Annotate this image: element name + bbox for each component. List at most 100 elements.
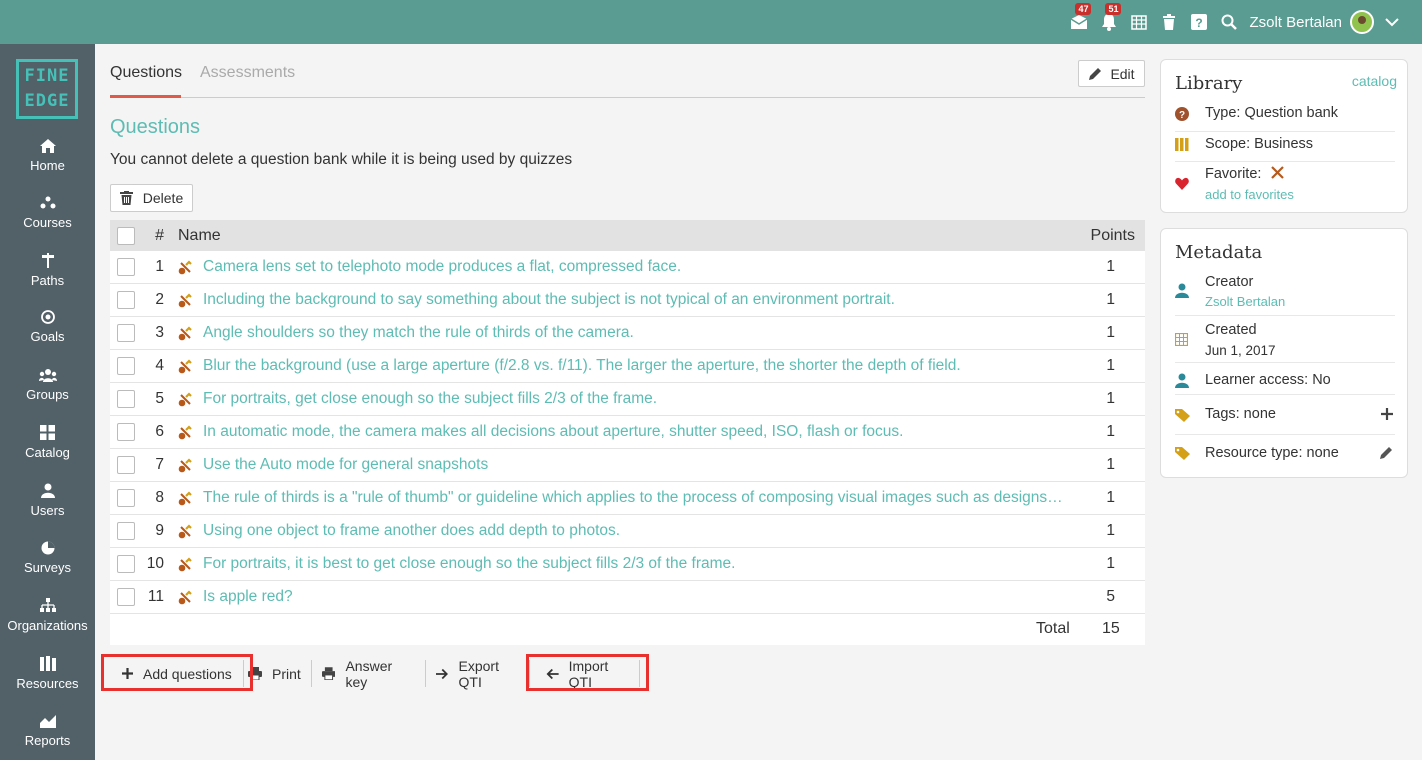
sidebar-item-goals[interactable]: Goals [0,310,95,344]
header-name[interactable]: Name [178,227,1048,245]
sidebar-item-label: Catalog [25,445,70,460]
question-link[interactable]: Using one object to frame another does a… [203,522,1073,540]
messages-badge: 47 [1075,3,1092,15]
table-row: 2 Including the background to say somethi… [110,284,1145,317]
sidebar-item-paths[interactable]: Paths [0,253,95,288]
fine-edge-logo[interactable]: FINE EDGE [16,59,78,119]
creator-label: Creator [1205,274,1254,290]
row-number: 7 [155,456,164,473]
question-link[interactable]: For portraits, it is best to get close e… [203,555,1073,573]
row-checkbox[interactable] [117,522,135,540]
header-points[interactable]: Points [1091,227,1135,245]
tab-assessments[interactable]: Assessments [200,64,295,82]
notifications-icon[interactable]: 51 [1097,3,1122,34]
print-button[interactable]: Print [244,660,312,687]
tab-bar: Questions Assessments [110,56,1145,98]
user-icon [1175,283,1189,298]
question-type-icon [178,590,193,610]
close-icon[interactable] [1271,166,1284,179]
table-row: 9 Using one object to frame another does … [110,515,1145,548]
library-type: Type: Question bank [1205,105,1338,121]
library-scope: Scope: Business [1205,136,1314,152]
tab-questions[interactable]: Questions [110,64,182,82]
tag-icon [1175,409,1190,422]
trash-icon[interactable] [1157,10,1181,34]
question-link[interactable]: For portraits, get close enough so the s… [203,390,1073,408]
question-link[interactable]: Camera lens set to telephoto mode produc… [203,258,1073,276]
sidebar-item-surveys[interactable]: Surveys [0,541,95,575]
questions-table: # Name Points 1 Camera lens set to teleph… [110,220,1145,645]
row-points: 1 [1106,357,1115,374]
sidebar-item-reports[interactable]: Reports [0,714,95,748]
answer-key-button[interactable]: Answer key [312,658,426,690]
sidebar-item-label: Resources [16,676,79,691]
sidebar-item-organizations[interactable]: Organizations [0,598,95,633]
total-label: Total [1036,620,1070,637]
user-icon [40,483,55,498]
row-points: 1 [1106,456,1115,473]
question-type-icon [178,326,193,346]
row-number: 1 [155,258,164,275]
row-checkbox[interactable] [117,291,135,309]
learner-access-row: Learner access: No [1175,363,1395,395]
question-type-icon [178,458,193,478]
table-row: 7 Use the Auto mode for general snapshots… [110,449,1145,482]
question-link[interactable]: The rule of thirds is a "rule of thumb" … [203,489,1073,507]
question-link[interactable]: Use the Auto mode for general snapshots [203,456,1073,474]
question-link[interactable]: Angle shoulders so they match the rule o… [203,324,1073,342]
export-qti-label: Export QTI [458,657,499,690]
row-checkbox[interactable] [117,423,135,441]
row-points: 1 [1106,291,1115,308]
row-checkbox[interactable] [117,390,135,408]
question-link[interactable]: In automatic mode, the camera makes all … [203,423,1073,441]
highlight-import-qti [526,654,649,691]
header-num: # [155,227,164,244]
add-to-favorites-link[interactable]: add to favorites [1205,187,1294,202]
creator-link[interactable]: Zsolt Bertalan [1205,294,1285,309]
avatar[interactable] [1350,10,1374,34]
page-title: Questions [110,116,201,138]
sidebar-item-resources[interactable]: Resources [0,656,95,691]
sidebar-item-courses[interactable]: Courses [0,196,95,230]
metadata-title: Metadata [1175,242,1263,263]
pie-icon [41,541,54,555]
export-qti-button[interactable]: Export QTI [426,657,530,690]
books-icon [39,656,56,671]
question-circle-icon: ? [1175,107,1189,121]
row-checkbox[interactable] [117,555,135,573]
search-icon[interactable] [1217,10,1241,34]
table-header: # Name Points [110,220,1145,251]
catalog-link[interactable]: catalog [1352,73,1397,89]
sidebar-item-catalog[interactable]: Catalog [0,425,95,460]
row-checkbox[interactable] [117,456,135,474]
row-checkbox[interactable] [117,588,135,606]
calendar-icon[interactable] [1127,10,1151,34]
row-checkbox[interactable] [117,324,135,342]
sidebar-item-home[interactable]: Home [0,139,95,173]
library-title: Library [1175,73,1243,94]
row-checkbox[interactable] [117,489,135,507]
edit-button[interactable]: Edit [1078,60,1145,87]
question-link[interactable]: Is apple red? [203,588,1073,606]
user-name[interactable]: Zsolt Bertalan [1249,14,1342,31]
question-link[interactable]: Blur the background (use a large apertur… [203,357,1073,375]
row-checkbox[interactable] [117,258,135,276]
notifications-badge: 51 [1105,3,1122,15]
row-checkbox[interactable] [117,357,135,375]
tags-label: Tags: none [1205,406,1276,422]
sidebar-item-users[interactable]: Users [0,483,95,518]
select-all-checkbox[interactable] [117,227,135,245]
chevron-down-icon[interactable] [1380,10,1404,34]
messages-icon[interactable]: 47 [1067,3,1092,34]
help-icon[interactable]: ? [1187,10,1211,34]
row-points: 1 [1106,324,1115,341]
signpost-icon [41,253,54,268]
resource-type-row: Resource type: none [1175,435,1395,473]
add-tag-icon[interactable] [1381,408,1393,420]
sidebar-item-groups[interactable]: Groups [0,368,95,402]
table-row: 5 For portraits, get close enough so the … [110,383,1145,416]
delete-button[interactable]: Delete [110,184,193,212]
created-label: Created [1205,322,1257,338]
question-link[interactable]: Including the background to say somethin… [203,291,1073,309]
pencil-icon[interactable] [1379,446,1393,460]
